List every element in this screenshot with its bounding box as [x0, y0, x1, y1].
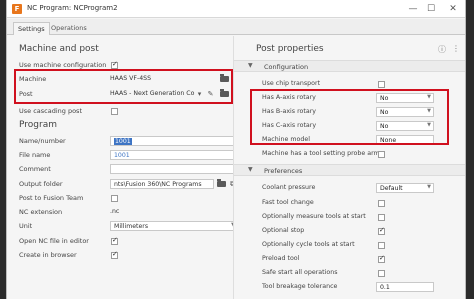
fast-tool-change-checkbox[interactable]: [378, 200, 385, 207]
name-number-value: 1001: [114, 138, 132, 145]
config-row-label: Use chip transport: [262, 80, 321, 87]
pref-row-label: Coolant pressure: [262, 184, 316, 191]
post-to-team-checkbox[interactable]: [111, 195, 118, 202]
preload-tool-checkbox[interactable]: [378, 254, 385, 263]
optional-stop-checkbox[interactable]: [378, 226, 385, 235]
config-row-label: Machine has a tool setting probe arm: [262, 150, 380, 157]
create-in-browser-label: Create in browser: [19, 251, 77, 259]
minimize-button[interactable]: —: [405, 2, 421, 16]
pref-row: Optionally measure tools at start: [262, 212, 462, 223]
file-name-row: File name 1001: [19, 150, 238, 161]
tab-settings[interactable]: Settings: [13, 22, 50, 35]
app-icon: F: [12, 4, 22, 14]
post-properties-panel: Post properties ⓘ ⋮ ▼ Configuration Use …: [233, 36, 465, 299]
tool-setting-probe-checkbox[interactable]: [378, 151, 385, 158]
pref-row: Preload tool: [262, 254, 462, 265]
pref-row-label: Optional stop: [262, 227, 305, 234]
safe-start-checkbox[interactable]: [378, 270, 385, 277]
unit-select[interactable]: Millimeters ▼: [110, 221, 238, 231]
configuration-group-header[interactable]: ▼ Configuration: [234, 60, 465, 72]
pref-row: Fast tool change: [262, 198, 462, 209]
output-folder-input[interactable]: nts\Fusion 360\NC Programs: [110, 179, 214, 189]
pref-row: Optional stop: [262, 226, 462, 237]
nc-extension-label: NC extension: [19, 208, 63, 216]
pref-row: Optionally cycle tools at start: [262, 240, 462, 251]
window-title: NC Program: NCProgram2: [27, 4, 118, 12]
tool-breakage-tolerance-input[interactable]: 0.1: [376, 282, 434, 292]
unit-row: Unit Millimeters ▼: [19, 221, 238, 232]
open-nc-checkbox[interactable]: [111, 236, 118, 245]
comment-input[interactable]: [110, 164, 238, 174]
highlight-box: [14, 69, 233, 104]
pref-row-label: Optionally cycle tools at start: [262, 241, 355, 248]
nc-program-dialog: F NC Program: NCProgram2 — ☐ ✕ Settings …: [6, 0, 466, 299]
pref-row-label: Safe start all operations: [262, 269, 338, 276]
post-to-team-label: Post to Fusion Team: [19, 194, 84, 202]
folder-icon[interactable]: [217, 179, 226, 187]
output-folder-label: Output folder: [19, 180, 63, 188]
pref-row: Coolant pressure Default ▼: [262, 183, 462, 194]
use-cascading-post-checkbox[interactable]: [111, 108, 118, 115]
highlight-box: [250, 89, 449, 145]
cycle-tools-checkbox[interactable]: [378, 242, 385, 249]
collapse-triangle-icon: ▼: [248, 166, 253, 173]
open-nc-label: Open NC file in editor: [19, 237, 89, 245]
coolant-pressure-value: Default: [380, 185, 403, 192]
name-number-input[interactable]: 1001: [110, 136, 238, 146]
collapse-triangle-icon: ▼: [248, 62, 253, 69]
title-bar: F NC Program: NCProgram2 — ☐ ✕: [7, 0, 465, 18]
use-chip-transport-checkbox[interactable]: [378, 81, 385, 88]
pref-row-label: Preload tool: [262, 255, 300, 262]
pref-row-label: Optionally measure tools at start: [262, 213, 366, 220]
preferences-group-header[interactable]: ▼ Preferences: [234, 164, 465, 176]
program-heading: Program: [19, 120, 57, 130]
create-in-browser-row: Create in browser: [19, 250, 229, 261]
name-number-row: Name/number 1001: [19, 136, 238, 147]
pref-row: Safe start all operations: [262, 268, 462, 279]
chevron-down-icon: ▼: [427, 184, 431, 190]
more-options-icon[interactable]: ⋮: [452, 44, 460, 53]
measure-tools-checkbox[interactable]: [378, 214, 385, 221]
machine-and-post-heading: Machine and post: [19, 44, 99, 54]
nc-extension-value: .nc: [110, 208, 120, 215]
pref-row: Tool breakage tolerance 0.1: [262, 282, 462, 293]
coolant-pressure-select[interactable]: Default ▼: [376, 183, 434, 193]
file-name-label: File name: [19, 151, 51, 159]
nc-extension-row: NC extension .nc: [19, 207, 229, 218]
use-cascading-post-row: Use cascading post: [19, 106, 229, 117]
configuration-group-label: Configuration: [264, 63, 309, 71]
tab-operations[interactable]: Operations: [47, 22, 91, 35]
config-row: Machine has a tool setting probe arm: [262, 149, 462, 160]
unit-label: Unit: [19, 222, 33, 230]
maximize-button[interactable]: ☐: [423, 2, 439, 16]
pref-row-label: Tool breakage tolerance: [262, 283, 338, 290]
pref-row-label: Fast tool change: [262, 199, 314, 206]
name-number-label: Name/number: [19, 137, 66, 145]
file-name-value: 1001: [114, 152, 130, 159]
comment-label: Comment: [19, 165, 51, 173]
info-icon[interactable]: ⓘ: [438, 44, 446, 55]
comment-row: Comment: [19, 164, 238, 175]
use-cascading-post-label: Use cascading post: [19, 107, 82, 115]
post-to-team-row: Post to Fusion Team: [19, 193, 229, 204]
file-name-input[interactable]: 1001: [110, 150, 238, 160]
use-machine-config-checkbox[interactable]: [111, 60, 118, 69]
open-nc-row: Open NC file in editor: [19, 236, 229, 247]
unit-value: Millimeters: [114, 223, 149, 230]
post-properties-heading: Post properties: [256, 44, 324, 54]
tab-strip: Settings Operations: [7, 19, 465, 35]
use-machine-config-label: Use machine configuration: [19, 61, 107, 69]
output-folder-row: Output folder nts\Fusion 360\NC Programs…: [19, 179, 235, 190]
preferences-group-label: Preferences: [264, 167, 303, 175]
create-in-browser-checkbox[interactable]: [111, 250, 118, 259]
close-button[interactable]: ✕: [445, 2, 461, 16]
